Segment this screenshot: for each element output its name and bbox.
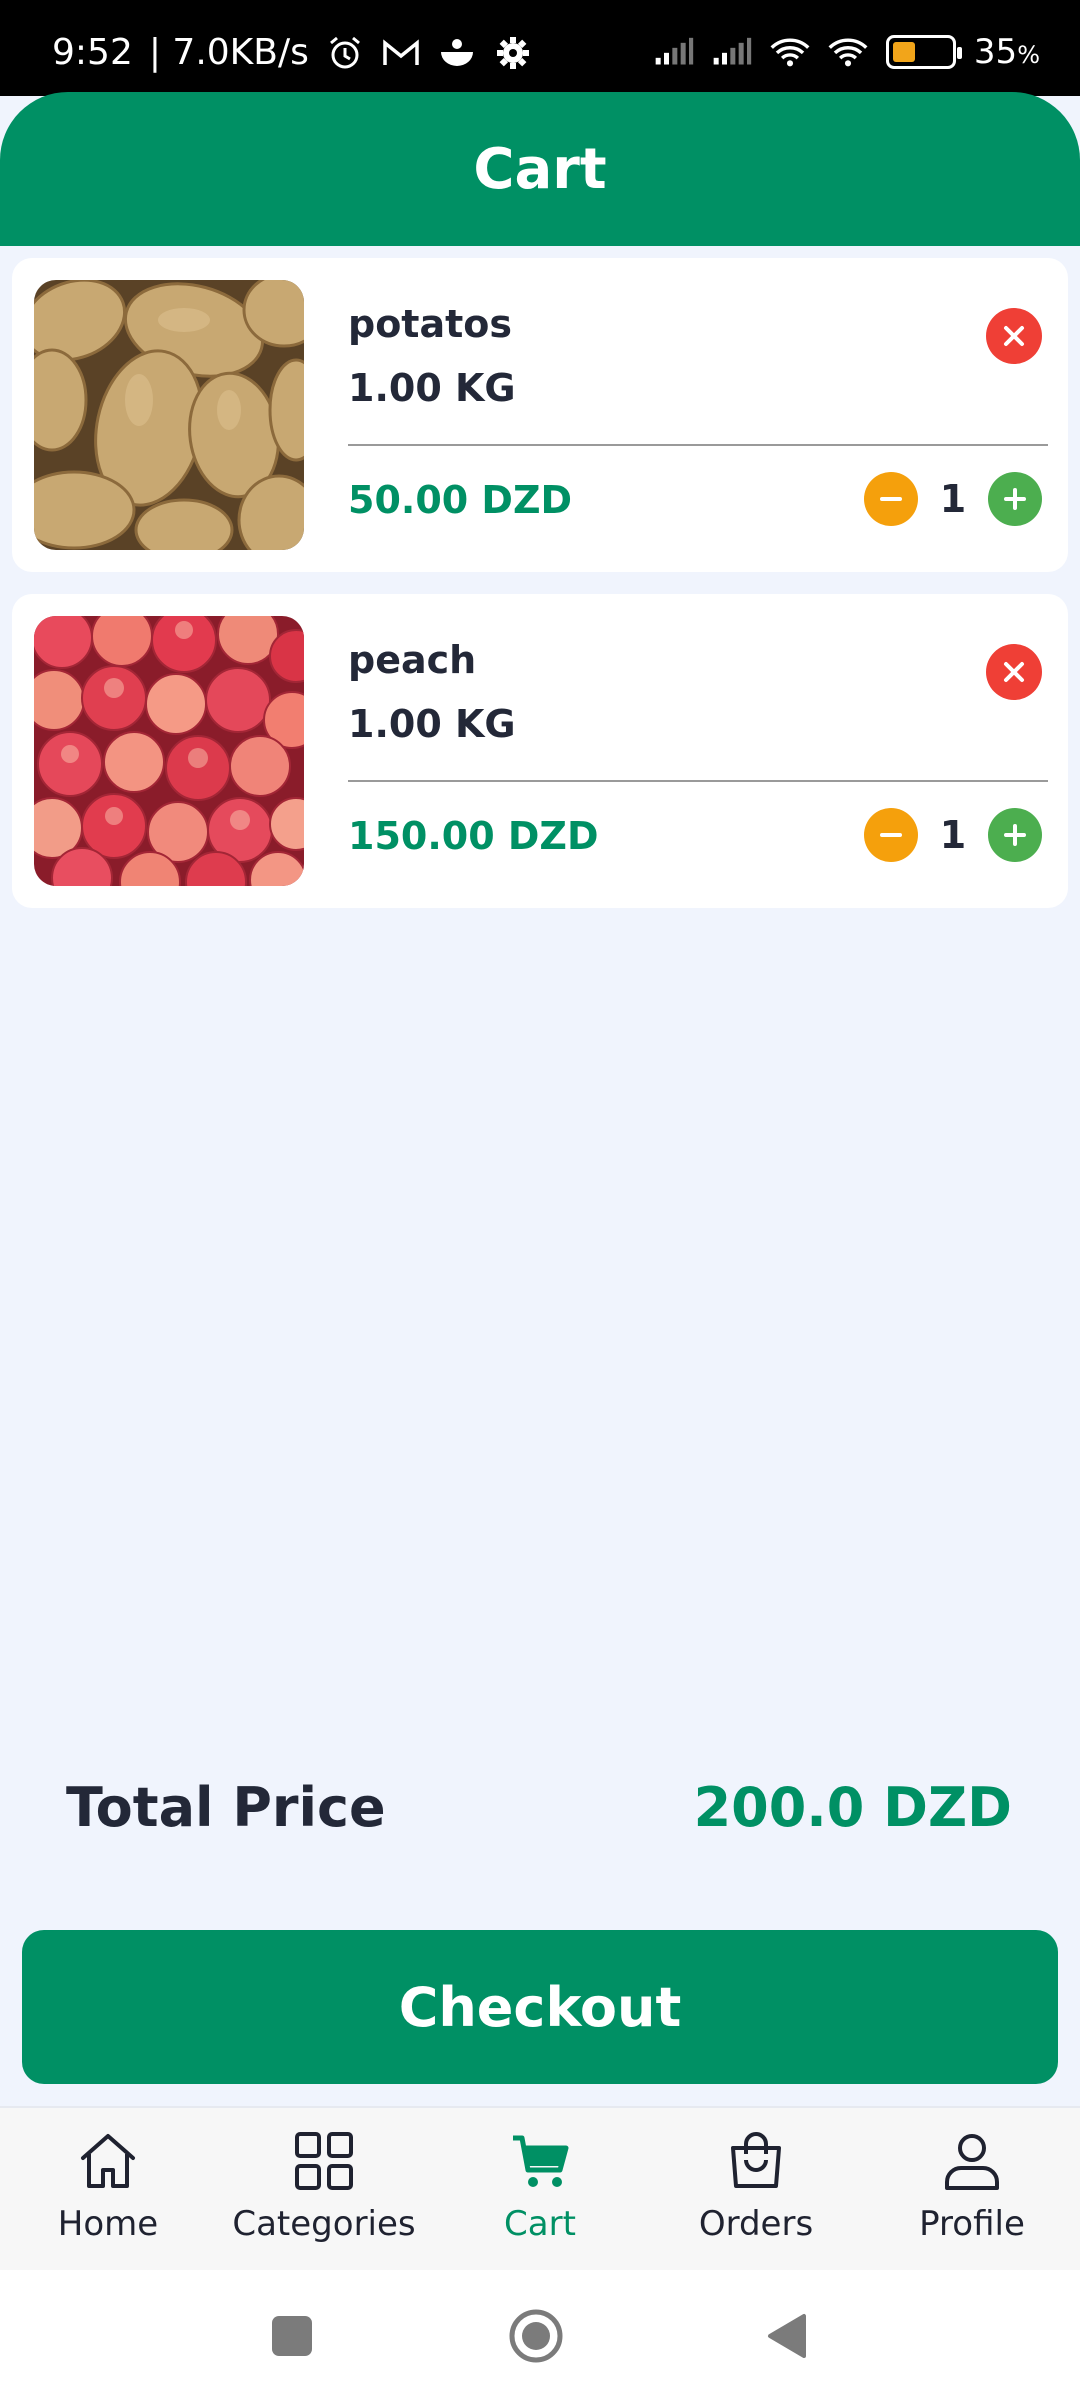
nav-item-orders[interactable]: Orders — [648, 2108, 864, 2270]
decrease-quantity-button[interactable] — [864, 808, 918, 862]
battery-percent: 35% — [973, 32, 1040, 72]
item-divider — [348, 780, 1048, 782]
quantity-value: 1 — [939, 813, 967, 857]
cart-icon — [507, 2128, 573, 2194]
quantity-value: 1 — [939, 477, 967, 521]
nav-item-home[interactable]: Home — [0, 2108, 216, 2270]
close-icon — [1004, 326, 1024, 346]
nav-label-home: Home — [57, 2204, 159, 2244]
minus-icon — [880, 833, 902, 837]
grid-icon — [291, 2128, 357, 2194]
wifi-icon — [828, 32, 868, 72]
close-icon — [1004, 662, 1024, 682]
plus-icon — [1004, 824, 1026, 846]
plus-icon — [1004, 488, 1026, 510]
shopping-bag-icon — [723, 2128, 789, 2194]
square-icon — [272, 2316, 312, 2356]
settings-icon — [493, 33, 533, 73]
page-title: Cart — [473, 136, 607, 202]
item-price: 150.00 DZD — [348, 814, 599, 858]
status-right: 35% — [654, 32, 1040, 72]
system-navigation-bar — [0, 2270, 1080, 2400]
item-name: potatos — [348, 302, 513, 346]
gmail-icon — [381, 33, 421, 73]
total-price-value: 200.0 DZD — [693, 1776, 1012, 1839]
total-price-label: Total Price — [66, 1776, 386, 1839]
nav-item-profile[interactable]: Profile — [864, 2108, 1080, 2270]
increase-quantity-button[interactable] — [988, 808, 1042, 862]
home-icon — [75, 2128, 141, 2194]
item-divider — [348, 444, 1048, 446]
status-bar: 9:52 | 7.0KB/s 35% — [0, 0, 1080, 96]
remove-item-button[interactable] — [986, 308, 1042, 364]
nav-item-categories[interactable]: Categories — [216, 2108, 432, 2270]
wifi-icon — [770, 32, 810, 72]
remove-item-button[interactable] — [986, 644, 1042, 700]
increase-quantity-button[interactable] — [988, 472, 1042, 526]
item-weight: 1.00 KG — [348, 366, 516, 410]
back-button[interactable] — [756, 2306, 816, 2366]
nav-label-cart: Cart — [504, 2204, 576, 2244]
nav-label-profile: Profile — [919, 2204, 1025, 2244]
alarm-icon — [325, 33, 365, 73]
signal-icon — [654, 32, 694, 72]
quantity-stepper: 1 — [864, 808, 1042, 862]
nav-label-orders: Orders — [698, 2204, 814, 2244]
network-speed: | 7.0KB/s — [148, 32, 309, 73]
quantity-stepper: 1 — [864, 472, 1042, 526]
item-name: peach — [348, 638, 477, 682]
nav-label-categories: Categories — [232, 2204, 416, 2244]
checkout-button[interactable]: Checkout — [22, 1930, 1058, 2084]
potatoes-photo — [34, 280, 304, 550]
item-weight: 1.00 KG — [348, 702, 516, 746]
circle-icon — [509, 2309, 563, 2363]
item-price: 50.00 DZD — [348, 478, 573, 522]
user-icon — [939, 2128, 1005, 2194]
bottom-navigation: Home Categories Cart Orders Profile — [0, 2106, 1080, 2270]
peaches-photo — [34, 616, 304, 886]
signal-icon — [712, 32, 752, 72]
battery-icon — [885, 35, 962, 69]
status-time: 9:52 — [52, 32, 133, 73]
status-left: 9:52 | 7.0KB/s — [52, 32, 533, 73]
home-system-button[interactable] — [506, 2306, 566, 2366]
cart-item[interactable]: peach 1.00 KG 150.00 DZD 1 — [12, 594, 1068, 908]
food-delivery-icon — [437, 33, 477, 73]
app-header: Cart — [0, 92, 1080, 246]
cart-item[interactable]: potatos 1.00 KG 50.00 DZD 1 — [12, 258, 1068, 572]
back-triangle-icon — [768, 2314, 806, 2358]
recent-apps-button[interactable] — [262, 2306, 322, 2366]
battery-level — [892, 42, 916, 62]
decrease-quantity-button[interactable] — [864, 472, 918, 526]
nav-item-cart[interactable]: Cart — [432, 2108, 648, 2270]
minus-icon — [880, 497, 902, 501]
